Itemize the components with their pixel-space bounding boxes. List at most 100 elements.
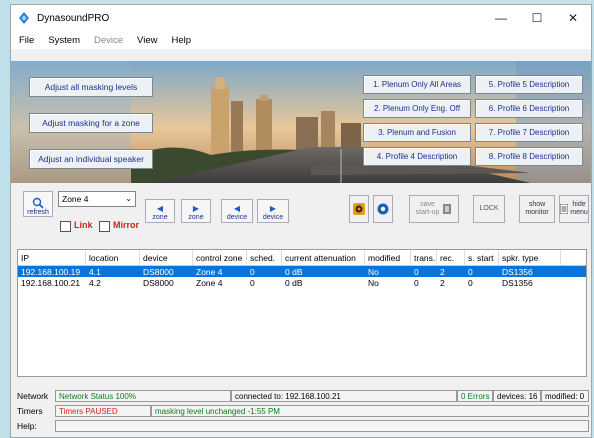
zone-prev-button[interactable]: ◀ zone bbox=[145, 199, 175, 223]
profile-5-button[interactable]: 5. Profile 5 Description bbox=[475, 75, 583, 94]
col-s-start[interactable]: s. start bbox=[465, 250, 499, 265]
profile-4-button[interactable]: 4. Profile 4 Description bbox=[363, 147, 471, 166]
profile-3-button[interactable]: 3. Plenum and Fusion bbox=[363, 123, 471, 142]
arrow-left-icon: ◀ bbox=[156, 204, 164, 213]
settings-button[interactable] bbox=[373, 195, 393, 223]
mirror-checkbox[interactable] bbox=[99, 221, 110, 232]
timers-label: Timers bbox=[17, 406, 43, 416]
table-row[interactable]: 192.168.100.21 4.2 DS8000 Zone 4 0 0 dB … bbox=[18, 277, 586, 288]
cell-sched: 0 bbox=[250, 266, 255, 277]
profile-8-button[interactable]: 8. Profile 8 Description bbox=[475, 147, 583, 166]
cell-rec: 2 bbox=[440, 266, 445, 277]
show-label: show bbox=[528, 201, 546, 208]
menu-system[interactable]: System bbox=[48, 35, 80, 46]
device-next-button[interactable]: ▶ device bbox=[257, 199, 289, 223]
col-sched[interactable]: sched. bbox=[247, 250, 282, 265]
speaker-test-button[interactable] bbox=[349, 195, 369, 223]
col-spkr-type[interactable]: spkr. type bbox=[499, 250, 561, 265]
link-checkbox[interactable] bbox=[60, 221, 71, 232]
col-ip[interactable]: IP bbox=[18, 250, 86, 265]
adjust-all-masking-button[interactable]: Adjust all masking levels bbox=[29, 77, 153, 97]
cell-attenuation: 0 dB bbox=[285, 266, 303, 277]
col-control-zone[interactable]: control zone bbox=[193, 250, 247, 265]
left-frame-edge bbox=[0, 0, 10, 438]
col-rec[interactable]: rec. bbox=[437, 250, 465, 265]
cell-spkr-type: DS1356 bbox=[502, 277, 533, 288]
minimize-button[interactable]: — bbox=[483, 5, 519, 31]
device-prev-label: device bbox=[226, 214, 248, 221]
cell-rec: 2 bbox=[440, 277, 445, 288]
save-startup-button[interactable]: save start-up bbox=[409, 195, 459, 223]
zone-select[interactable]: Zone 4 ⌄ bbox=[58, 191, 136, 207]
profile-2-button[interactable]: 2. Plenum Only Eng. Off bbox=[363, 99, 471, 118]
help-label: Help: bbox=[17, 421, 37, 431]
modified-count: modified: 0 bbox=[541, 390, 589, 402]
masking-message: masking level unchanged -1:55 PM bbox=[151, 405, 589, 417]
mirror-label: Mirror bbox=[113, 220, 140, 230]
status-area: Network Network Status 100% connected to… bbox=[11, 389, 591, 437]
adjust-speaker-button[interactable]: Adjust an individual speaker bbox=[29, 149, 153, 169]
hide-menu-button[interactable]: hide menu bbox=[559, 195, 589, 223]
refresh-button[interactable]: refresh bbox=[23, 191, 53, 217]
skyline-banner: Adjust all masking levels Adjust masking… bbox=[11, 61, 591, 183]
cell-location: 4.2 bbox=[89, 277, 101, 288]
menu-help[interactable]: Help bbox=[171, 35, 191, 46]
gear-icon bbox=[377, 203, 389, 215]
show-monitor-text: show monitor bbox=[525, 201, 548, 217]
chevron-down-icon: ⌄ bbox=[125, 194, 132, 203]
cell-modified: No bbox=[368, 266, 379, 277]
zone-next-button[interactable]: ▶ zone bbox=[181, 199, 211, 223]
device-next-label: device bbox=[262, 214, 284, 221]
link-label: Link bbox=[74, 220, 93, 230]
help-text bbox=[55, 420, 589, 432]
menu-label: menu bbox=[570, 209, 588, 216]
zone-next-label: zone bbox=[188, 214, 204, 221]
col-device[interactable]: device bbox=[140, 250, 193, 265]
profile-1-button[interactable]: 1. Plenum Only All Areas bbox=[363, 75, 471, 94]
arrow-left-icon: ◀ bbox=[233, 204, 241, 213]
save-startup-text: save start-up bbox=[416, 201, 440, 217]
zone-select-value: Zone 4 bbox=[62, 194, 89, 204]
cell-device: DS8000 bbox=[143, 277, 174, 288]
menu-file[interactable]: File bbox=[19, 35, 34, 46]
arrow-right-icon: ▶ bbox=[269, 204, 277, 213]
cell-sched: 0 bbox=[250, 277, 255, 288]
adjust-zone-masking-button[interactable]: Adjust masking for a zone bbox=[29, 113, 153, 133]
close-button[interactable]: ✕ bbox=[555, 5, 591, 31]
profile-7-button[interactable]: 7. Profile 7 Description bbox=[475, 123, 583, 142]
app-logo-icon bbox=[17, 11, 31, 25]
device-prev-button[interactable]: ◀ device bbox=[221, 199, 253, 223]
cell-ip: 192.168.100.21 bbox=[21, 277, 81, 288]
network-status: Network Status 100% bbox=[55, 390, 231, 402]
table-header: IP location device control zone sched. c… bbox=[18, 250, 586, 266]
cell-control-zone: Zone 4 bbox=[196, 266, 223, 277]
cell-control-zone: Zone 4 bbox=[196, 277, 223, 288]
timers-status: Timers PAUSED bbox=[55, 405, 151, 417]
magnifier-icon bbox=[32, 197, 44, 209]
app-window: DynasoundPRO — ☐ ✕ File System Device Vi… bbox=[10, 4, 592, 438]
window-title: DynasoundPRO bbox=[37, 12, 110, 24]
cell-device: DS8000 bbox=[143, 266, 174, 277]
chip-icon bbox=[443, 204, 452, 214]
cell-trans: 0 bbox=[414, 277, 419, 288]
cell-attenuation: 0 dB bbox=[285, 277, 303, 288]
col-attenuation[interactable]: current attenuation bbox=[282, 250, 365, 265]
cell-modified: No bbox=[368, 277, 379, 288]
refresh-label: refresh bbox=[27, 209, 49, 216]
col-modified[interactable]: modified bbox=[365, 250, 411, 265]
lock-button[interactable]: LOCK bbox=[473, 195, 505, 223]
cell-location: 4.1 bbox=[89, 266, 101, 277]
col-location[interactable]: location bbox=[86, 250, 140, 265]
menu-view[interactable]: View bbox=[137, 35, 157, 46]
monitor-label: monitor bbox=[525, 209, 549, 216]
hide-label: hide bbox=[572, 201, 586, 208]
profile-6-button[interactable]: 6. Profile 6 Description bbox=[475, 99, 583, 118]
network-label: Network bbox=[17, 391, 49, 401]
speaker-icon bbox=[353, 203, 365, 215]
col-trans[interactable]: trans. bbox=[411, 250, 437, 265]
maximize-button[interactable]: ☐ bbox=[519, 5, 555, 31]
menu-device[interactable]: Device bbox=[94, 35, 123, 46]
show-monitor-button[interactable]: show monitor bbox=[519, 195, 555, 223]
table-row[interactable]: 192.168.100.19 4.1 DS8000 Zone 4 0 0 dB … bbox=[18, 266, 586, 277]
cell-s-start: 0 bbox=[468, 266, 473, 277]
